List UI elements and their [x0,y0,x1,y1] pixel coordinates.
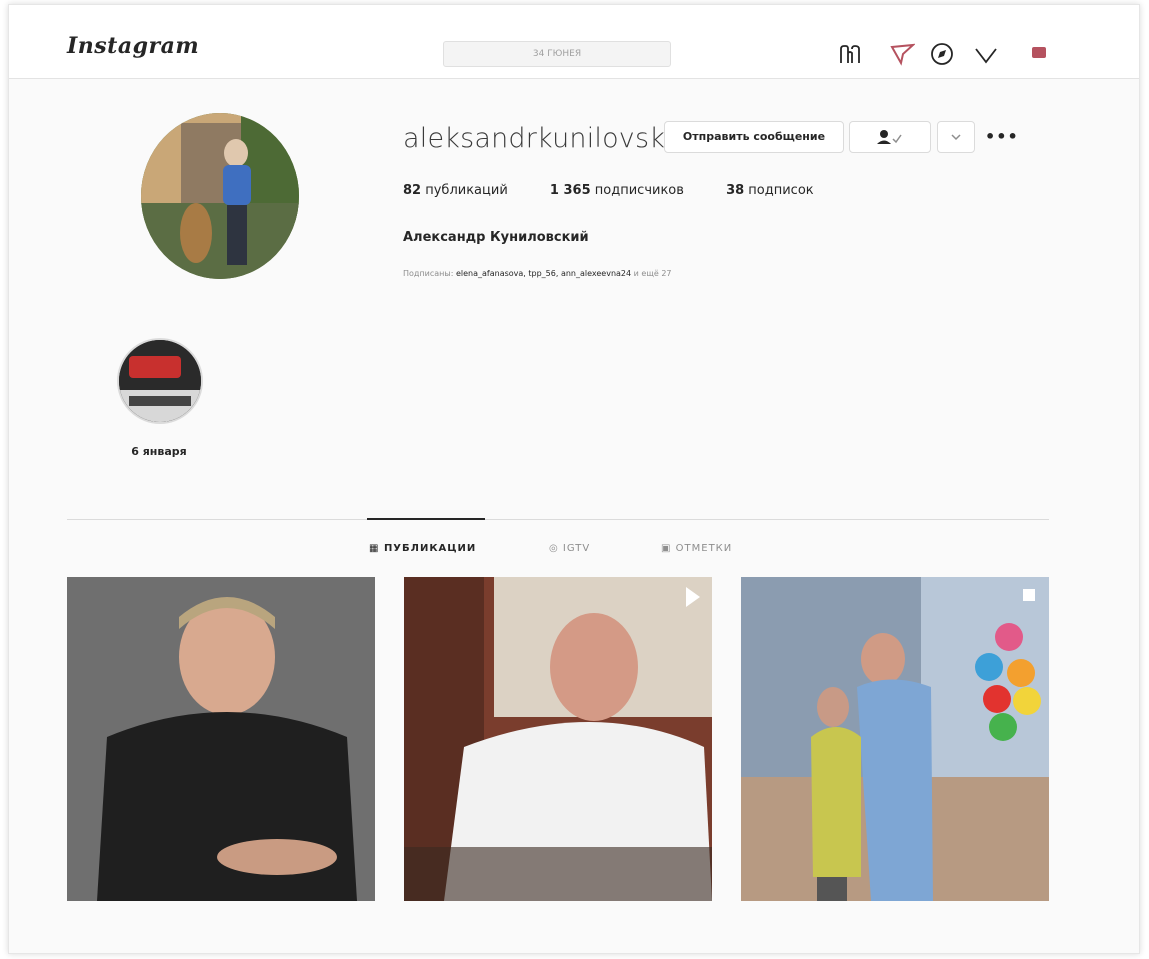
send-message-button[interactable]: Отправить сообщение [664,121,844,153]
post-thumbnail[interactable] [404,577,712,901]
browser-window: Instagram 34 ГЮНЕЯ aleksandrkunilovskii … [8,4,1140,954]
story-highlight[interactable] [117,338,203,424]
followers-stat[interactable]: 1 365 подписчиков [550,183,684,198]
profile-full-name: Александр Куниловский [403,230,589,245]
following-button[interactable] [849,121,931,153]
tab-posts[interactable]: ▦ ПУБЛИКАЦИИ [369,543,476,554]
profile-avatar[interactable] [141,113,299,279]
more-options-icon[interactable]: ••• [985,127,1019,146]
post-thumbnail[interactable] [67,577,375,901]
profile-username: aleksandrkunilovskii [403,123,681,154]
tabs-divider [67,519,1049,520]
search-input[interactable]: 34 ГЮНЕЯ [443,41,671,67]
tab-tagged[interactable]: ▣ ОТМЕТКИ [661,543,732,554]
tagged-icon: ▣ [661,543,676,554]
home-icon[interactable] [837,41,863,67]
instagram-logo[interactable]: Instagram [67,33,199,59]
suggestions-chevron-button[interactable] [937,121,975,153]
story-highlight-label: 6 января [131,445,187,458]
profile-avatar-icon[interactable] [1027,41,1053,67]
following-stat[interactable]: 38 подписок [726,183,814,198]
explore-icon[interactable] [929,41,955,67]
direct-icon[interactable] [889,41,916,67]
post-thumbnail[interactable] [741,577,1049,901]
tab-igtv[interactable]: ◎ IGTV [549,543,590,554]
heart-icon[interactable] [973,41,999,67]
igtv-icon: ◎ [549,543,563,554]
active-tab-indicator [367,518,485,520]
profile-stats: 82 публикаций 1 365 подписчиков 38 подпи… [403,183,852,198]
posts-stat[interactable]: 82 публикаций [403,183,508,198]
top-navigation: Instagram 34 ГЮНЕЯ [9,5,1139,79]
followed-by[interactable]: Подписаны: elena_afanasova, tpp_56, ann_… [403,269,672,278]
grid-icon: ▦ [369,543,384,554]
